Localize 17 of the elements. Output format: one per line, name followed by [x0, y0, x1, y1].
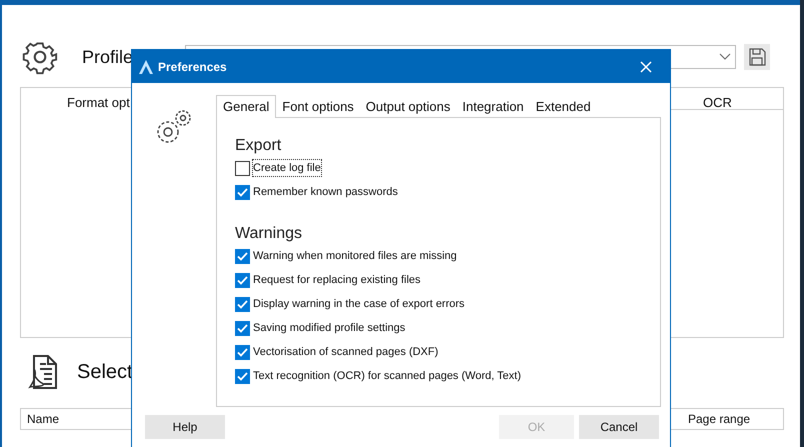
checkbox-label: Request for replacing existing files [252, 272, 422, 288]
checkbox-label: Display warning in the case of export errors [252, 296, 466, 312]
ocr-label: OCR [703, 94, 732, 112]
select-title: Select [77, 360, 133, 384]
checkbox-label: Text recognition (OCR) for scanned pages (Word, Text) [252, 368, 522, 384]
checkbox-label: Create log file [252, 158, 322, 178]
checkbox-label: Vectorisation of scanned pages (DXF) [252, 344, 440, 360]
profile-title: Profile [82, 46, 134, 68]
column-header: Name [27, 411, 60, 428]
checkbox-label: Warning when monitored files are missing [252, 248, 458, 264]
group-title: Warnings [235, 224, 303, 244]
checkbox-label: Remember known passwords [252, 184, 399, 200]
checkbox-label: Saving modified profile settings [252, 320, 406, 336]
dialog-title: Preferences [158, 58, 227, 76]
group-title: Export [235, 136, 282, 156]
column-header: Page range [688, 411, 750, 428]
format-options-label: Format opt [67, 94, 130, 112]
